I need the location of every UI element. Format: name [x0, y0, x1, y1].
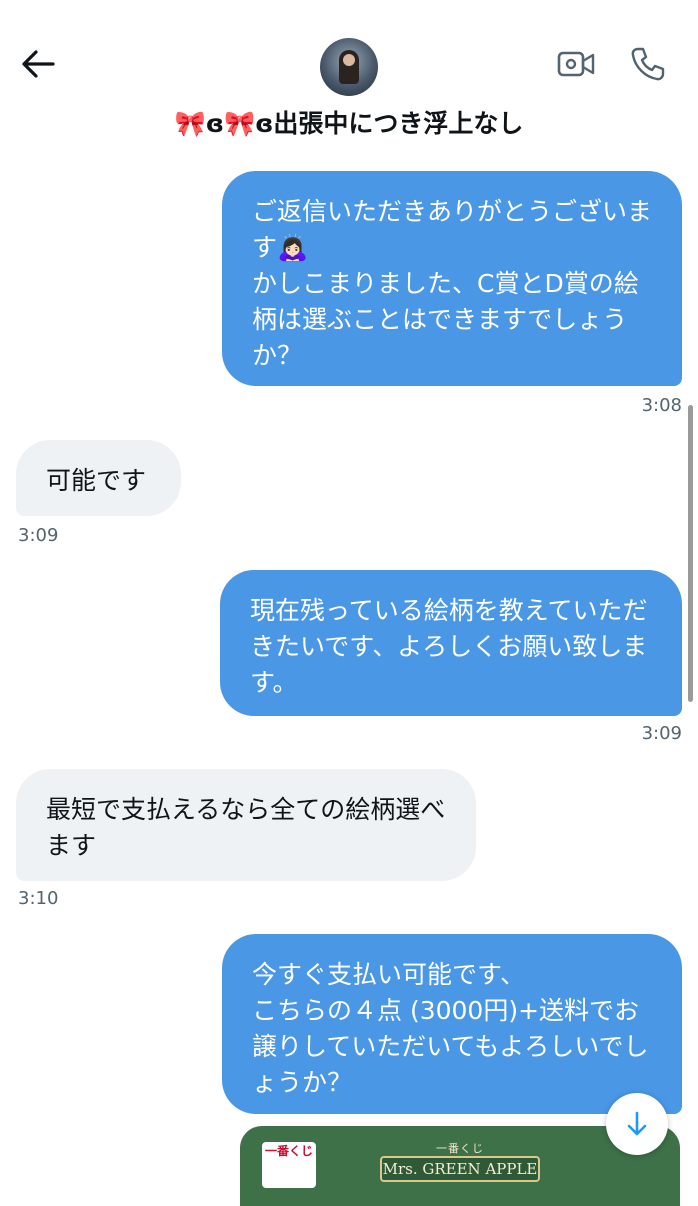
conversation-title: 🎀ɞ🎀ɞ出張中につき浮上なし: [174, 109, 524, 138]
video-camera-icon: [557, 51, 595, 77]
message-timestamp: 3:10: [18, 888, 59, 909]
back-button[interactable]: [16, 42, 60, 86]
message-bubble-sent[interactable]: ご返信いただきありがとうございます🙇🏻‍♀️ かしこまりました、C賞とD賞の絵柄…: [222, 171, 682, 386]
ichiban-kuji-logo: 一番くじ: [262, 1142, 316, 1188]
arrow-left-icon: [22, 50, 55, 78]
avatar-face: [343, 54, 355, 66]
phone-icon: [631, 47, 665, 81]
conversation-header: 🎀ɞ🎀ɞ出張中につき浮上なし: [0, 0, 698, 155]
message-bubble-sent[interactable]: 今すぐ支払い可能です、 こちらの４点 (3000円)+送料でお譲りしていただいて…: [222, 934, 682, 1114]
message-bubble-received[interactable]: 可能です: [16, 440, 181, 516]
message-timestamp: 3:09: [641, 723, 682, 744]
message-timestamp: 3:08: [641, 395, 682, 416]
scrollbar[interactable]: [688, 405, 693, 702]
logo-text: 一番くじ: [264, 1144, 313, 1158]
message-bubble-sent[interactable]: 現在残っている絵柄を教えていただきたいです、よろしくお願い致します。: [220, 570, 682, 716]
video-call-button[interactable]: [553, 44, 599, 84]
message-bubble-received[interactable]: 最短で支払えるなら全ての絵柄選べます: [16, 769, 476, 881]
voice-call-button[interactable]: [624, 42, 670, 86]
avatar[interactable]: [320, 38, 378, 96]
arrow-down-icon: [627, 1111, 647, 1136]
scroll-to-bottom-button[interactable]: [606, 1093, 668, 1155]
product-banner: 一番くじ Mrs. GREEN APPLE: [380, 1140, 540, 1192]
banner-subtitle: 一番くじ: [436, 1142, 484, 1155]
banner-title: Mrs. GREEN APPLE: [380, 1156, 540, 1182]
message-timestamp: 3:09: [18, 525, 59, 546]
